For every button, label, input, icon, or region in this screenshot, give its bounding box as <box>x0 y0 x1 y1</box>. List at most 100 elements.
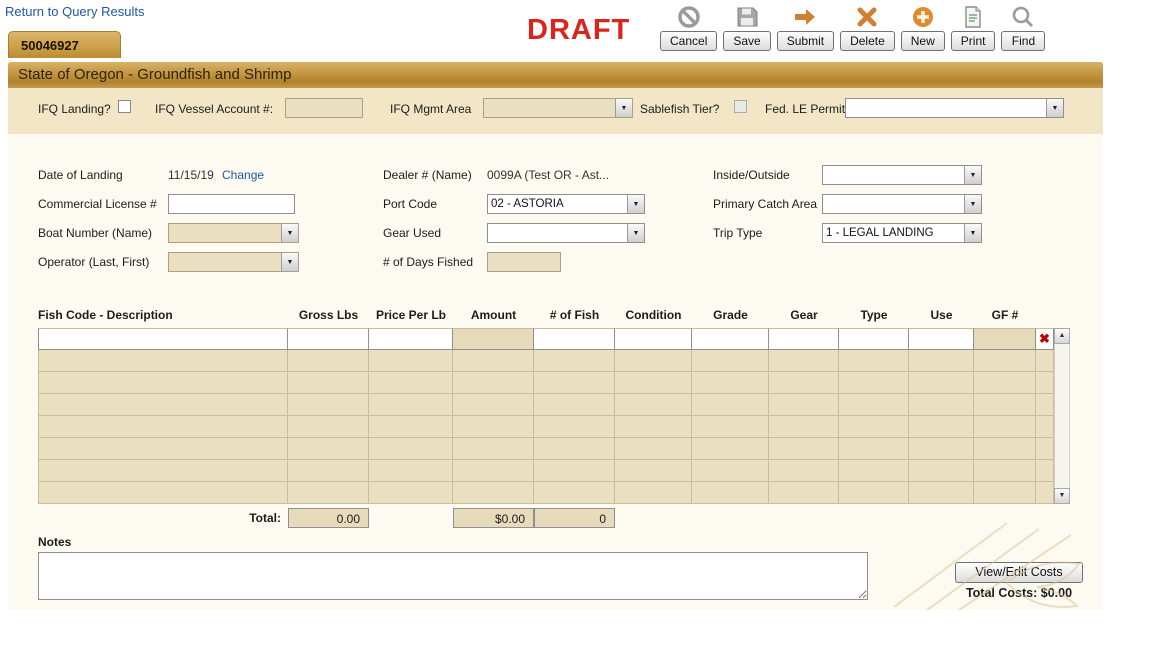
view-edit-costs-button[interactable]: View/Edit Costs <box>955 562 1083 583</box>
empty-cell <box>288 372 369 394</box>
chevron-down-icon: ▼ <box>964 224 981 242</box>
empty-cell <box>453 372 534 394</box>
commercial-license-input[interactable] <box>168 194 295 214</box>
new-plus-icon[interactable] <box>911 5 935 29</box>
empty-cell <box>534 372 615 394</box>
chevron-down-icon: ▼ <box>627 195 644 213</box>
empty-cell <box>38 438 288 460</box>
ticket-content: State of Oregon - Groundfish and Shrimp … <box>8 62 1103 610</box>
sablefish-tier-label: Sablefish Tier? <box>640 102 719 116</box>
save-button[interactable]: Save <box>723 31 770 51</box>
submit-button[interactable]: Submit <box>777 31 834 51</box>
empty-cell <box>974 350 1036 372</box>
empty-cell <box>453 416 534 438</box>
type-input[interactable] <box>839 328 909 350</box>
toolbar-item-save: Save <box>723 5 770 51</box>
chevron-down-icon: ▼ <box>964 166 981 184</box>
total-amount: $0.00 <box>453 508 534 528</box>
empty-cell <box>1036 416 1054 438</box>
empty-cell <box>692 438 769 460</box>
empty-cell <box>38 460 288 482</box>
fed-le-permit-label: Fed. LE Permit <box>765 102 845 116</box>
empty-cell <box>839 438 909 460</box>
empty-cell <box>839 460 909 482</box>
toolbar-item-find: Find <box>1001 5 1045 51</box>
col-header-use: Use <box>909 308 974 326</box>
ticket-number: 50046927 <box>21 38 79 53</box>
delete-button[interactable]: Delete <box>840 31 895 51</box>
empty-cell <box>453 394 534 416</box>
empty-cell <box>288 460 369 482</box>
gross-lbs-input[interactable] <box>288 328 369 350</box>
return-to-query-link[interactable]: Return to Query Results <box>5 4 144 19</box>
empty-cell <box>909 438 974 460</box>
trip-type-label: Trip Type <box>713 226 762 240</box>
empty-cell <box>974 482 1036 504</box>
submit-arrow-icon[interactable] <box>793 5 817 29</box>
trip-type-select[interactable]: 1 - LEGAL LANDING ▼ <box>822 223 982 243</box>
condition-input[interactable] <box>615 328 692 350</box>
inside-outside-select[interactable]: ▼ <box>822 165 982 185</box>
empty-cell <box>769 416 839 438</box>
use-input[interactable] <box>909 328 974 350</box>
ifq-landing-checkbox[interactable] <box>118 100 131 113</box>
empty-cell <box>534 460 615 482</box>
empty-cell <box>909 394 974 416</box>
empty-cell <box>692 372 769 394</box>
chevron-down-icon: ▼ <box>627 224 644 242</box>
ticket-tab[interactable]: 50046927 <box>8 31 121 58</box>
draft-status: DRAFT <box>527 14 630 47</box>
notes-textarea[interactable] <box>38 552 868 600</box>
scroll-up-icon[interactable]: ▲ <box>1054 328 1070 344</box>
fed-le-permit-select[interactable]: ▼ <box>845 98 1064 118</box>
table-scrollbar[interactable]: ▲ ▼ <box>1054 328 1070 504</box>
table-row-active: ✖ <box>38 328 1054 350</box>
inside-outside-label: Inside/Outside <box>713 168 790 182</box>
operator-select: ▼ <box>168 252 299 272</box>
grade-input[interactable] <box>692 328 769 350</box>
cancel-icon[interactable] <box>677 5 701 29</box>
print-button[interactable]: Print <box>951 31 996 51</box>
empty-cell <box>769 438 839 460</box>
fish-code-input[interactable] <box>38 328 288 350</box>
primary-catch-area-select[interactable]: ▼ <box>822 194 982 214</box>
cancel-button[interactable]: Cancel <box>660 31 717 51</box>
empty-cell <box>769 460 839 482</box>
col-header-fish-code: Fish Code - Description <box>38 308 288 326</box>
delete-row-icon[interactable]: ✖ <box>1036 328 1054 350</box>
days-fished-label: # of Days Fished <box>383 255 473 269</box>
empty-cell <box>839 372 909 394</box>
dealer-label: Dealer # (Name) <box>383 168 472 182</box>
primary-catch-area-label: Primary Catch Area <box>713 197 817 211</box>
save-icon[interactable] <box>735 5 759 29</box>
port-code-select[interactable]: 02 - ASTORIA ▼ <box>487 194 645 214</box>
toolbar-item-cancel: Cancel <box>660 5 717 51</box>
chevron-down-icon: ▼ <box>281 224 298 242</box>
num-fish-input[interactable] <box>534 328 615 350</box>
empty-cell <box>288 482 369 504</box>
ifq-vessel-label: IFQ Vessel Account #: <box>155 102 273 116</box>
find-magnifier-icon[interactable] <box>1011 5 1035 29</box>
empty-cell <box>369 372 453 394</box>
col-header-gross-lbs: Gross Lbs <box>288 308 369 326</box>
col-header-grade: Grade <box>692 308 769 326</box>
empty-cell <box>288 416 369 438</box>
col-header-condition: Condition <box>615 308 692 326</box>
table-row-empty <box>38 438 1054 460</box>
empty-cell <box>38 394 288 416</box>
find-button[interactable]: Find <box>1001 31 1045 51</box>
empty-cell <box>369 482 453 504</box>
scroll-down-icon[interactable]: ▼ <box>1054 488 1070 504</box>
print-document-icon[interactable] <box>961 5 985 29</box>
price-per-lb-input[interactable] <box>369 328 453 350</box>
empty-cell <box>38 416 288 438</box>
empty-cell <box>974 394 1036 416</box>
empty-cell <box>1036 482 1054 504</box>
empty-cell <box>692 394 769 416</box>
gear-used-select[interactable]: ▼ <box>487 223 645 243</box>
empty-cell <box>615 438 692 460</box>
delete-x-icon[interactable] <box>855 5 879 29</box>
change-date-link[interactable]: Change <box>222 168 264 182</box>
gear-input[interactable] <box>769 328 839 350</box>
new-button[interactable]: New <box>901 31 945 51</box>
